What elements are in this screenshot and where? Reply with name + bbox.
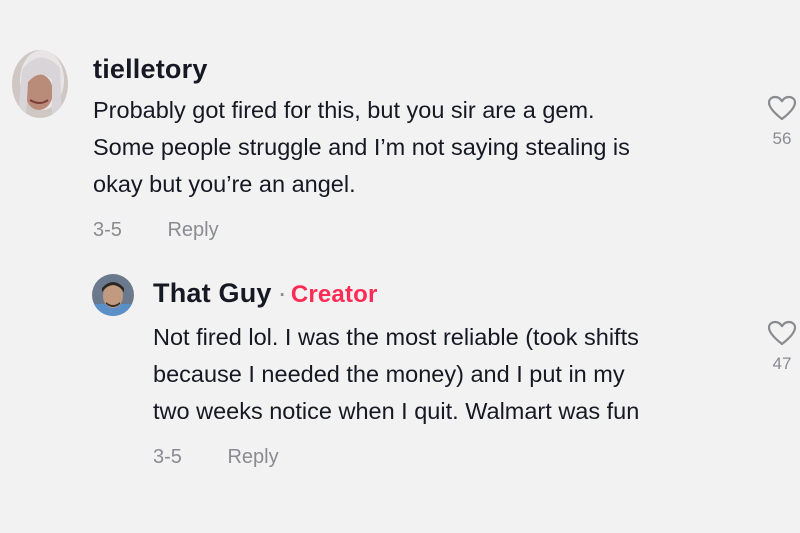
like-count: 56 xyxy=(772,129,792,148)
creator-badge: Creator xyxy=(290,281,378,308)
comment-username[interactable]: tielletory xyxy=(93,54,208,85)
like-button[interactable]: 56 xyxy=(762,95,800,149)
avatar[interactable] xyxy=(12,50,68,118)
reply-meta: 3-5 Reply xyxy=(153,446,279,469)
like-button[interactable]: 47 xyxy=(762,320,800,374)
reply-date: 3-5 xyxy=(153,446,182,468)
like-count: 47 xyxy=(772,354,792,373)
comment-meta: 3-5 Reply xyxy=(93,219,219,242)
user-avatar-icon xyxy=(92,274,134,316)
heart-outline-icon xyxy=(767,320,797,346)
comment-date: 3-5 xyxy=(93,219,122,241)
reply-button[interactable]: Reply xyxy=(167,219,218,241)
avatar[interactable] xyxy=(92,274,134,316)
creator-name[interactable]: That Guy xyxy=(153,278,272,308)
name-separator: · xyxy=(277,278,287,308)
reply-button[interactable]: Reply xyxy=(227,446,278,468)
reply-username: That Guy · Creator xyxy=(153,278,378,309)
user-avatar-icon xyxy=(12,50,68,118)
reply-text: Not fired lol. I was the most reliable (… xyxy=(153,324,640,424)
comment-text: Probably got fired for this, but you sir… xyxy=(93,97,630,197)
heart-outline-icon xyxy=(767,95,797,121)
